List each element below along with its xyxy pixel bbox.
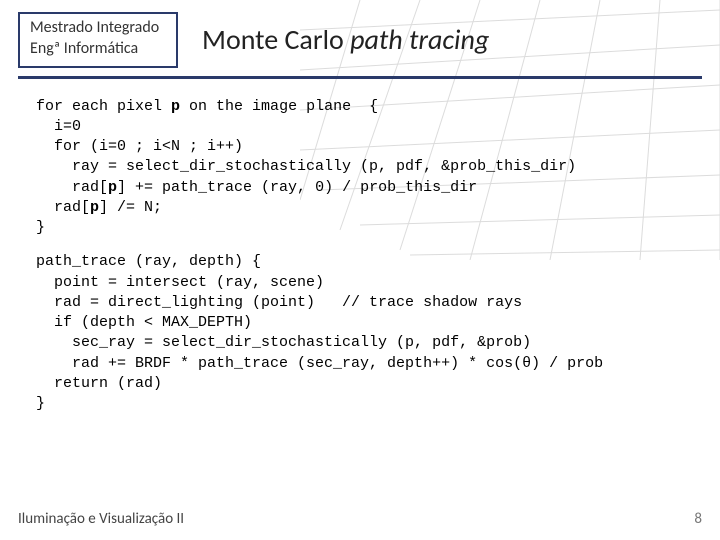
badge-line2: Engª Informática [30,39,166,60]
slide-footer: Iluminação e Visualização II 8 [18,510,702,528]
title-part2: path tracing [350,22,489,57]
code-block-1: for each pixel p on the image plane { i=… [0,79,720,239]
program-badge: Mestrado Integrado Engª Informática [18,12,178,68]
slide-title: Monte Carlo path tracing [202,22,489,57]
badge-line1: Mestrado Integrado [30,18,166,39]
slide-header: Mestrado Integrado Engª Informática Mont… [0,0,720,68]
footer-text: Iluminação e Visualização II [18,510,184,528]
page-number: 8 [694,510,702,528]
code-block-2: path_trace (ray, depth) { point = inters… [0,238,720,414]
title-part1: Monte Carlo [202,22,350,57]
